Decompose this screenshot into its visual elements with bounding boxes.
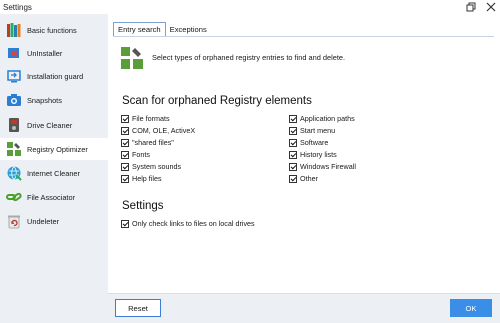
checkbox-label: COM, OLE, ActiveX xyxy=(132,126,196,135)
tab-entry-search[interactable]: Entry search xyxy=(113,22,166,36)
installation-guard-icon xyxy=(7,70,21,83)
sidebar-item-label: Basic functions xyxy=(27,25,77,35)
checkbox-label: Fonts xyxy=(132,150,150,159)
title-bar: Settings xyxy=(0,0,500,14)
checkbox[interactable] xyxy=(289,114,297,123)
checkbox[interactable] xyxy=(121,219,129,228)
checkbox[interactable] xyxy=(121,174,129,183)
scan-section-title: Scan for orphaned Registry elements xyxy=(122,95,312,107)
settings-section-title: Settings xyxy=(122,200,164,212)
checkbox-application-paths[interactable]: Application paths xyxy=(289,113,355,124)
checkbox-software[interactable]: Software xyxy=(289,137,328,148)
window-title: Settings xyxy=(3,2,32,12)
checkbox-windows-firewall[interactable]: Windows Firewall xyxy=(289,161,356,172)
checkbox[interactable] xyxy=(121,150,129,159)
sidebar-item-uninstaller[interactable]: UnInstaller xyxy=(0,42,108,64)
sidebar-item-label: UnInstaller xyxy=(27,48,63,58)
checkbox-label: Start menu xyxy=(300,126,336,135)
sidebar-item-drive-cleaner[interactable]: Drive Cleaner xyxy=(0,114,108,136)
checkbox-label: Other xyxy=(300,174,318,183)
checkbox-file-formats[interactable]: File formats xyxy=(121,113,170,124)
checkbox-label: Application paths xyxy=(300,114,355,123)
tab-strip: Entry search Exceptions xyxy=(113,22,211,36)
close-icon[interactable] xyxy=(486,2,496,12)
checkbox-label: Help files xyxy=(132,174,162,183)
drive-cleaner-icon xyxy=(9,118,19,132)
footer-bar xyxy=(108,293,500,323)
checkbox[interactable] xyxy=(289,126,297,135)
sidebar-item-label: Drive Cleaner xyxy=(27,120,73,130)
checkbox-com-ole-activex[interactable]: COM, OLE, ActiveX xyxy=(121,125,195,136)
restore-icon[interactable] xyxy=(466,2,476,12)
sidebar-item-file-associator[interactable]: File Associator xyxy=(0,186,108,208)
internet-cleaner-icon xyxy=(7,166,22,181)
checkbox-label: Software xyxy=(300,138,329,147)
sidebar-item-label: File Associator xyxy=(27,192,76,202)
checkbox[interactable] xyxy=(289,150,297,159)
checkbox[interactable] xyxy=(121,162,129,171)
checkbox-fonts[interactable]: Fonts xyxy=(121,149,150,160)
intro-text: Select types of orphaned registry entrie… xyxy=(152,53,346,62)
sidebar-item-installation-guard[interactable]: Installation guard xyxy=(0,65,108,87)
checkbox-system-sounds[interactable]: System sounds xyxy=(121,161,181,172)
sidebar-item-undeleter[interactable]: Undeleter xyxy=(0,210,108,232)
checkbox[interactable] xyxy=(289,174,297,183)
checkbox-local-drives-only[interactable]: Only check links to files on local drive… xyxy=(121,218,255,229)
sidebar-item-snapshots[interactable]: Snapshots xyxy=(0,89,108,111)
checkbox-label: History lists xyxy=(300,150,337,159)
camera-icon xyxy=(7,94,21,106)
checkbox[interactable] xyxy=(121,114,129,123)
reset-button[interactable]: Reset xyxy=(115,299,161,317)
sidebar: Basic functions UnInstaller Installation… xyxy=(0,14,111,323)
checkbox[interactable] xyxy=(289,162,297,171)
checkbox-label: Windows Firewall xyxy=(300,162,356,171)
checkbox-shared-files[interactable]: "shared files" xyxy=(121,137,174,148)
tab-divider xyxy=(113,36,494,37)
tab-exceptions[interactable]: Exceptions xyxy=(166,22,211,36)
uninstaller-icon xyxy=(8,48,19,58)
window-controls xyxy=(466,0,496,14)
checkbox-help-files[interactable]: Help files xyxy=(121,173,162,184)
checkbox[interactable] xyxy=(121,138,129,147)
ok-button[interactable]: OK xyxy=(450,299,492,317)
sidebar-item-label: Snapshots xyxy=(27,95,62,105)
sidebar-item-registry-optimizer[interactable]: Registry Optimizer xyxy=(0,138,111,160)
file-associator-icon xyxy=(6,192,22,202)
checkbox-label: "shared files" xyxy=(132,138,174,147)
sidebar-item-basic-functions[interactable]: Basic functions xyxy=(0,19,108,41)
sidebar-item-internet-cleaner[interactable]: Internet Cleaner xyxy=(0,162,108,184)
books-icon xyxy=(7,23,21,37)
checkbox-label: File formats xyxy=(132,114,170,123)
registry-optimizer-icon xyxy=(7,142,21,156)
checkbox[interactable] xyxy=(289,138,297,147)
sidebar-item-label: Registry Optimizer xyxy=(27,144,88,154)
checkbox[interactable] xyxy=(121,126,129,135)
sidebar-item-label: Installation guard xyxy=(27,71,84,81)
registry-optimizer-icon xyxy=(121,47,143,69)
undeleter-icon xyxy=(8,215,20,229)
checkbox-history-lists[interactable]: History lists xyxy=(289,149,337,160)
sidebar-item-label: Internet Cleaner xyxy=(27,168,80,178)
checkbox-label: Only check links to files on local drive… xyxy=(132,219,255,228)
sidebar-item-label: Undeleter xyxy=(27,216,60,226)
checkbox-start-menu[interactable]: Start menu xyxy=(289,125,335,136)
checkbox-other[interactable]: Other xyxy=(289,173,318,184)
checkbox-label: System sounds xyxy=(132,162,182,171)
